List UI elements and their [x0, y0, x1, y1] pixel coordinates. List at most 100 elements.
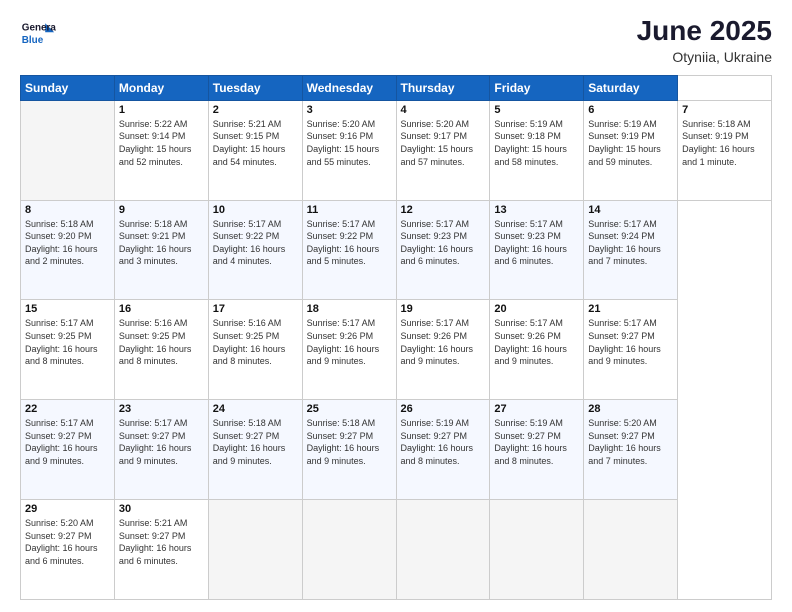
day-number: 23: [119, 403, 204, 415]
calendar-cell: 4 Sunrise: 5:20 AMSunset: 9:17 PMDaylight…: [396, 100, 490, 200]
day-number: 5: [494, 104, 579, 116]
cell-info: Sunrise: 5:20 AMSunset: 9:27 PMDaylight:…: [25, 517, 110, 567]
cell-info: Sunrise: 5:20 AMSunset: 9:16 PMDaylight:…: [307, 118, 392, 168]
cell-info: Sunrise: 5:18 AMSunset: 9:27 PMDaylight:…: [307, 417, 392, 467]
calendar-cell: [208, 500, 302, 600]
day-number: 4: [401, 104, 486, 116]
day-number: 27: [494, 403, 579, 415]
calendar-cell: 6 Sunrise: 5:19 AMSunset: 9:19 PMDaylight…: [584, 100, 678, 200]
day-number: 12: [401, 204, 486, 216]
calendar-cell: 20Sunrise: 5:17 AMSunset: 9:26 PMDayligh…: [490, 300, 584, 400]
calendar-cell: 27Sunrise: 5:19 AMSunset: 9:27 PMDayligh…: [490, 400, 584, 500]
page: General Blue June 2025 Otyniia, Ukraine …: [0, 0, 792, 612]
cell-info: Sunrise: 5:17 AMSunset: 9:26 PMDaylight:…: [307, 317, 392, 367]
day-number: 8: [25, 204, 110, 216]
calendar-week-2: 8 Sunrise: 5:18 AMSunset: 9:20 PMDaylight…: [21, 200, 772, 300]
svg-text:Blue: Blue: [22, 35, 44, 46]
calendar-cell: 14 Sunrise: 5:17 AMSunset: 9:24 PMDayligh…: [584, 200, 678, 300]
cell-info: Sunrise: 5:17 AMSunset: 9:26 PMDaylight:…: [401, 317, 486, 367]
day-number: 29: [25, 503, 110, 515]
cell-info: Sunrise: 5:16 AMSunset: 9:25 PMDaylight:…: [213, 317, 298, 367]
day-number: 22: [25, 403, 110, 415]
calendar-cell: 5 Sunrise: 5:19 AMSunset: 9:18 PMDaylight…: [490, 100, 584, 200]
title-block: June 2025 Otyniia, Ukraine: [637, 16, 772, 65]
cell-info: Sunrise: 5:19 AMSunset: 9:19 PMDaylight:…: [588, 118, 673, 168]
cell-info: Sunrise: 5:18 AMSunset: 9:20 PMDaylight:…: [25, 218, 110, 268]
calendar-week-4: 22 Sunrise: 5:17 AMSunset: 9:27 PMDayligh…: [21, 400, 772, 500]
cell-info: Sunrise: 5:17 AMSunset: 9:25 PMDaylight:…: [25, 317, 110, 367]
calendar-cell: 21Sunrise: 5:17 AMSunset: 9:27 PMDayligh…: [584, 300, 678, 400]
day-number: 18: [307, 303, 392, 315]
calendar-cell: 18 Sunrise: 5:17 AMSunset: 9:26 PMDayligh…: [302, 300, 396, 400]
svg-text:General: General: [22, 22, 56, 33]
calendar-header-monday: Monday: [114, 75, 208, 100]
calendar-cell: 17 Sunrise: 5:16 AMSunset: 9:25 PMDayligh…: [208, 300, 302, 400]
calendar-cell: 12 Sunrise: 5:17 AMSunset: 9:23 PMDayligh…: [396, 200, 490, 300]
cell-info: Sunrise: 5:19 AMSunset: 9:18 PMDaylight:…: [494, 118, 579, 168]
day-number: 7: [682, 104, 767, 116]
calendar-cell: 2 Sunrise: 5:21 AMSunset: 9:15 PMDaylight…: [208, 100, 302, 200]
day-number: 19: [401, 303, 486, 315]
calendar-cell: 7 Sunrise: 5:18 AMSunset: 9:19 PMDaylight…: [678, 100, 772, 200]
calendar-cell: 28Sunrise: 5:20 AMSunset: 9:27 PMDayligh…: [584, 400, 678, 500]
calendar-week-1: 1 Sunrise: 5:22 AMSunset: 9:14 PMDaylight…: [21, 100, 772, 200]
cell-info: Sunrise: 5:17 AMSunset: 9:27 PMDaylight:…: [25, 417, 110, 467]
day-number: 17: [213, 303, 298, 315]
day-number: 15: [25, 303, 110, 315]
calendar-header-tuesday: Tuesday: [208, 75, 302, 100]
calendar-cell: 1 Sunrise: 5:22 AMSunset: 9:14 PMDaylight…: [114, 100, 208, 200]
cell-info: Sunrise: 5:17 AMSunset: 9:23 PMDaylight:…: [401, 218, 486, 268]
cell-info: Sunrise: 5:17 AMSunset: 9:23 PMDaylight:…: [494, 218, 579, 268]
calendar-table: SundayMondayTuesdayWednesdayThursdayFrid…: [20, 75, 772, 600]
calendar-cell: 3 Sunrise: 5:20 AMSunset: 9:16 PMDaylight…: [302, 100, 396, 200]
day-number: 6: [588, 104, 673, 116]
day-number: 24: [213, 403, 298, 415]
calendar-cell: 9 Sunrise: 5:18 AMSunset: 9:21 PMDaylight…: [114, 200, 208, 300]
day-number: 25: [307, 403, 392, 415]
cell-info: Sunrise: 5:17 AMSunset: 9:22 PMDaylight:…: [307, 218, 392, 268]
day-number: 13: [494, 204, 579, 216]
cell-info: Sunrise: 5:20 AMSunset: 9:17 PMDaylight:…: [401, 118, 486, 168]
day-number: 26: [401, 403, 486, 415]
calendar-cell: 23 Sunrise: 5:17 AMSunset: 9:27 PMDayligh…: [114, 400, 208, 500]
calendar-week-5: 29 Sunrise: 5:20 AMSunset: 9:27 PMDayligh…: [21, 500, 772, 600]
day-number: 1: [119, 104, 204, 116]
cell-info: Sunrise: 5:22 AMSunset: 9:14 PMDaylight:…: [119, 118, 204, 168]
day-number: 3: [307, 104, 392, 116]
cell-info: Sunrise: 5:18 AMSunset: 9:21 PMDaylight:…: [119, 218, 204, 268]
calendar-header-row: SundayMondayTuesdayWednesdayThursdayFrid…: [21, 75, 772, 100]
calendar-cell: 29 Sunrise: 5:20 AMSunset: 9:27 PMDayligh…: [21, 500, 115, 600]
day-number: 11: [307, 204, 392, 216]
calendar-cell: [302, 500, 396, 600]
calendar-cell: 25 Sunrise: 5:18 AMSunset: 9:27 PMDayligh…: [302, 400, 396, 500]
month-title: June 2025: [637, 16, 772, 47]
location-subtitle: Otyniia, Ukraine: [637, 49, 772, 65]
cell-info: Sunrise: 5:17 AMSunset: 9:24 PMDaylight:…: [588, 218, 673, 268]
calendar-week-3: 15 Sunrise: 5:17 AMSunset: 9:25 PMDayligh…: [21, 300, 772, 400]
day-number: 2: [213, 104, 298, 116]
calendar-header-friday: Friday: [490, 75, 584, 100]
day-number: 28: [588, 403, 673, 415]
calendar-cell: 11 Sunrise: 5:17 AMSunset: 9:22 PMDayligh…: [302, 200, 396, 300]
calendar-header-thursday: Thursday: [396, 75, 490, 100]
calendar-header-saturday: Saturday: [584, 75, 678, 100]
calendar-cell: 15 Sunrise: 5:17 AMSunset: 9:25 PMDayligh…: [21, 300, 115, 400]
calendar-cell: 13 Sunrise: 5:17 AMSunset: 9:23 PMDayligh…: [490, 200, 584, 300]
logo-icon: General Blue: [20, 16, 56, 52]
cell-info: Sunrise: 5:18 AMSunset: 9:27 PMDaylight:…: [213, 417, 298, 467]
cell-info: Sunrise: 5:17 AMSunset: 9:22 PMDaylight:…: [213, 218, 298, 268]
cell-info: Sunrise: 5:18 AMSunset: 9:19 PMDaylight:…: [682, 118, 767, 168]
cell-info: Sunrise: 5:17 AMSunset: 9:27 PMDaylight:…: [119, 417, 204, 467]
cell-info: Sunrise: 5:21 AMSunset: 9:15 PMDaylight:…: [213, 118, 298, 168]
calendar-cell: [584, 500, 678, 600]
cell-info: Sunrise: 5:19 AMSunset: 9:27 PMDaylight:…: [401, 417, 486, 467]
calendar-cell: 16Sunrise: 5:16 AMSunset: 9:25 PMDayligh…: [114, 300, 208, 400]
cell-info: Sunrise: 5:16 AMSunset: 9:25 PMDaylight:…: [119, 317, 204, 367]
calendar-cell: 30Sunrise: 5:21 AMSunset: 9:27 PMDayligh…: [114, 500, 208, 600]
day-number: 14: [588, 204, 673, 216]
calendar-cell: [396, 500, 490, 600]
header: General Blue June 2025 Otyniia, Ukraine: [20, 16, 772, 65]
day-number: 9: [119, 204, 204, 216]
day-number: 30: [119, 503, 204, 515]
calendar-header-sunday: Sunday: [21, 75, 115, 100]
